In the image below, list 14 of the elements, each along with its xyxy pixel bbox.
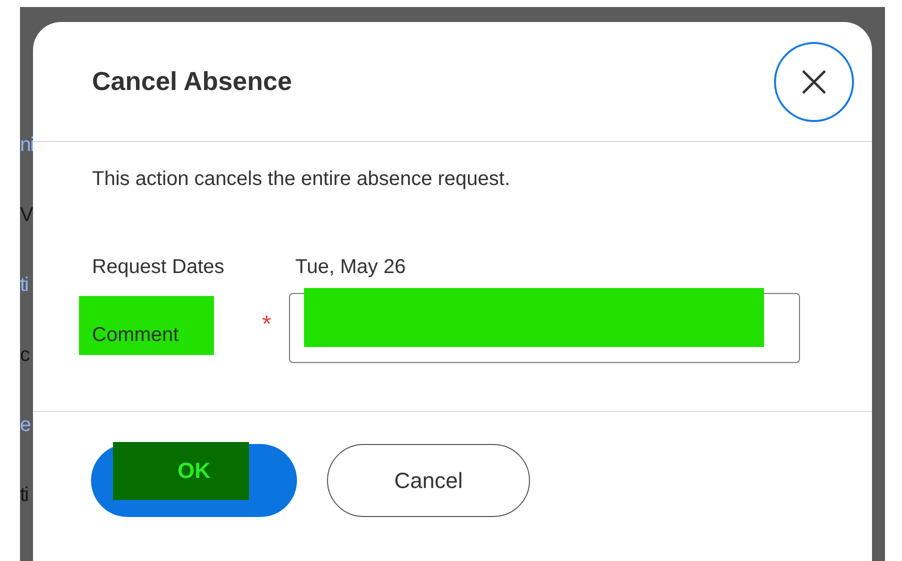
field-value: Tue, May 26 — [295, 256, 406, 279]
background-text: ni — [20, 133, 33, 158]
required-mark: * — [262, 311, 272, 338]
background-text: e — [20, 413, 32, 438]
ok-button[interactable]: OK — [91, 444, 297, 517]
background-text: ti — [20, 273, 29, 298]
dialog-title: Cancel Absence — [92, 66, 292, 97]
background-text: c — [20, 343, 30, 368]
background-text: ti — [20, 483, 29, 508]
field-label: Comment — [79, 296, 214, 354]
dialog-message: This action cancels the entire absence request. — [92, 168, 512, 191]
background-text: V — [20, 203, 33, 228]
cancel-button[interactable]: Cancel — [327, 444, 530, 517]
field-label: Request Dates — [92, 256, 224, 279]
